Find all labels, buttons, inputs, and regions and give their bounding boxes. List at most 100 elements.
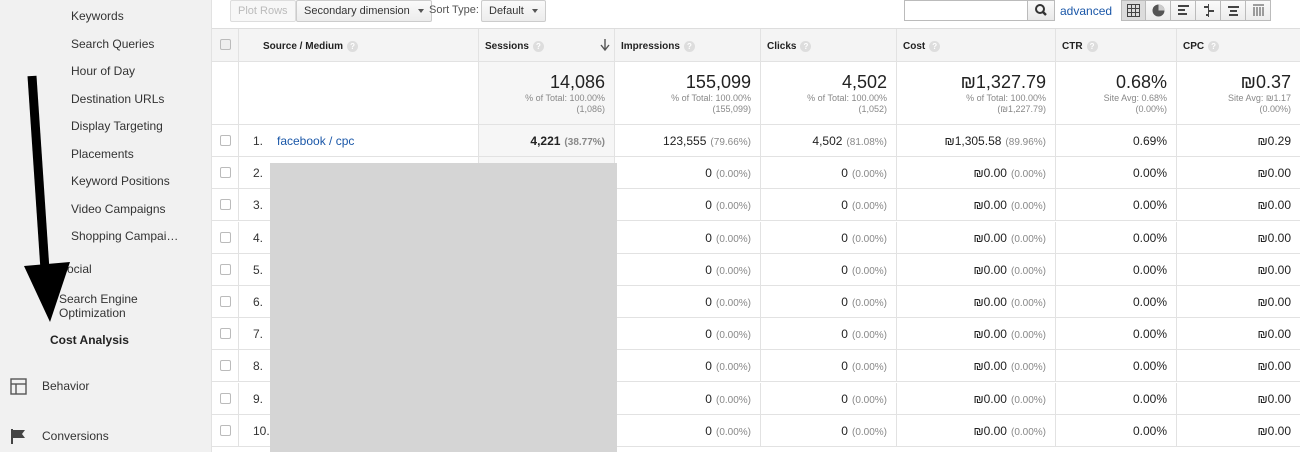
help-icon[interactable]: ?: [1208, 41, 1220, 52]
sidebar-item-search-queries[interactable]: Search Queries: [71, 37, 154, 51]
view-comparison-button[interactable]: [1196, 0, 1221, 21]
sidebar-item-destination-urls[interactable]: Destination URLs: [71, 92, 164, 106]
sort-type-dropdown[interactable]: Default: [481, 0, 546, 22]
row-cost-cell: ₪0.00 (0.00%): [897, 157, 1056, 188]
search-input[interactable]: [904, 0, 1028, 21]
sidebar-item-hour-of-day[interactable]: Hour of Day: [71, 64, 135, 78]
row-cost: ₪0.00 (0.00%): [973, 263, 1046, 277]
advanced-filter-link[interactable]: advanced: [1060, 4, 1112, 18]
row-checkbox[interactable]: [220, 296, 231, 307]
row-checkbox[interactable]: [220, 360, 231, 371]
view-performance-button[interactable]: [1171, 0, 1196, 21]
row-ctr: 0.00%: [1132, 392, 1167, 406]
help-icon[interactable]: ?: [800, 41, 812, 52]
row-cost-pct: (0.00%): [1010, 395, 1046, 406]
row-ctr: 0.00%: [1132, 295, 1167, 309]
row-clicks-pct: (81.08%): [846, 137, 887, 148]
row-cpc: ₪0.00: [1257, 263, 1291, 277]
secondary-dimension-dropdown[interactable]: Secondary dimension: [296, 0, 432, 22]
row-clicks-cell: 0 (0.00%): [761, 350, 897, 381]
sidebar-item-keywords[interactable]: Keywords: [71, 9, 124, 23]
row-index: 7.: [253, 327, 264, 341]
row-checkbox[interactable]: [220, 167, 231, 178]
help-icon[interactable]: ?: [347, 41, 359, 52]
row-impressions: 0 (0.00%): [705, 295, 751, 309]
row-checkbox[interactable]: [220, 328, 231, 339]
header-source-medium-label: Source / Medium: [263, 41, 344, 53]
sidebar-item-social[interactable]: Social: [59, 262, 92, 276]
sidebar-item-seo[interactable]: Search Engine Optimization: [59, 292, 138, 320]
row-clicks-cell: 0 (0.00%): [761, 222, 897, 253]
row-checkbox[interactable]: [220, 393, 231, 404]
row-cost: ₪0.00 (0.00%): [973, 359, 1046, 373]
row-cost: ₪0.00 (0.00%): [973, 424, 1046, 438]
header-sessions[interactable]: Sessions?: [479, 29, 615, 61]
header-ctr[interactable]: CTR?: [1056, 29, 1177, 61]
sort-descending-icon[interactable]: [600, 39, 610, 51]
view-pie-button[interactable]: [1146, 0, 1171, 21]
row-impressions-value: 0: [705, 392, 712, 406]
row-cost-value: ₪1,305.58: [944, 134, 1002, 148]
row-cost-cell: ₪0.00 (0.00%): [897, 350, 1056, 381]
row-checkbox[interactable]: [220, 135, 231, 146]
total-sessions: 14,086 % of Total: 100.00% (1,086): [479, 62, 615, 124]
plot-rows-button[interactable]: Plot Rows: [230, 0, 296, 22]
row-impressions-pct: (0.00%): [715, 266, 751, 277]
sidebar-section-conversions[interactable]: Conversions: [0, 418, 211, 452]
header-source-medium[interactable]: Source / Medium?: [239, 29, 479, 61]
row-cpc-cell: ₪0.00: [1177, 222, 1300, 253]
row-cost-pct: (0.00%): [1010, 362, 1046, 373]
total-impressions-line1: % of Total: 100.00%: [671, 93, 751, 103]
sidebar-item-cost-analysis[interactable]: Cost Analysis: [50, 333, 129, 347]
row-cost-value: ₪0.00: [973, 359, 1007, 373]
total-ctr-line1: Site Avg: 0.68%: [1103, 93, 1167, 103]
row-cost-value: ₪0.00: [973, 392, 1007, 406]
row-cost-pct: (89.96%): [1005, 137, 1046, 148]
row-index: 10.: [253, 424, 270, 438]
header-cpc[interactable]: CPC?: [1177, 29, 1300, 61]
row-index: 2.: [253, 166, 264, 180]
search-button[interactable]: [1027, 0, 1055, 21]
row-checkbox[interactable]: [220, 232, 231, 243]
row-impressions-value: 0: [705, 295, 712, 309]
view-pivot-button[interactable]: [1246, 0, 1271, 21]
row-ctr-cell: 0.00%: [1056, 189, 1177, 220]
help-icon[interactable]: ?: [683, 41, 695, 52]
row-clicks-cell: 0 (0.00%): [761, 286, 897, 317]
row-ctr: 0.00%: [1132, 231, 1167, 245]
select-all-checkbox[interactable]: [220, 39, 231, 50]
row-impressions-value: 0: [705, 231, 712, 245]
header-clicks[interactable]: Clicks?: [761, 29, 897, 61]
help-icon[interactable]: ?: [929, 41, 941, 52]
view-term-cloud-button[interactable]: [1221, 0, 1246, 21]
total-clicks-line2: (1,052): [858, 104, 887, 114]
row-impressions-cell: 0 (0.00%): [615, 415, 761, 446]
header-impressions[interactable]: Impressions?: [615, 29, 761, 61]
view-table-button[interactable]: [1121, 0, 1146, 21]
sidebar-section-behavior[interactable]: Behavior: [0, 368, 211, 404]
row-checkbox[interactable]: [220, 425, 231, 436]
sidebar-item-shopping-campaigns[interactable]: Shopping Campai…: [71, 229, 178, 243]
help-icon[interactable]: ?: [532, 41, 544, 52]
row-clicks: 0 (0.00%): [841, 424, 887, 438]
source-medium-link[interactable]: facebook / cpc: [277, 134, 354, 148]
row-clicks: 0 (0.00%): [841, 392, 887, 406]
row-select-cell: [212, 383, 239, 414]
sidebar-item-keyword-positions[interactable]: Keyword Positions: [71, 174, 170, 188]
header-cost[interactable]: Cost?: [897, 29, 1056, 61]
row-checkbox[interactable]: [220, 199, 231, 210]
row-clicks-cell: 0 (0.00%): [761, 189, 897, 220]
total-clicks-line1: % of Total: 100.00%: [807, 93, 887, 103]
total-cost: ₪1,327.79 % of Total: 100.00% (₪1,227.79): [897, 62, 1056, 124]
row-checkbox[interactable]: [220, 264, 231, 275]
sidebar-item-placements[interactable]: Placements: [71, 147, 134, 161]
row-impressions-pct: (0.00%): [715, 169, 751, 180]
sidebar-item-display-targeting[interactable]: Display Targeting: [71, 119, 163, 133]
sidebar-item-video-campaigns[interactable]: Video Campaigns: [71, 202, 166, 216]
total-sessions-line2: (1,086): [576, 104, 605, 114]
row-impressions-pct: (79.66%): [710, 137, 751, 148]
help-icon[interactable]: ?: [1086, 41, 1098, 52]
secondary-dimension-label: Secondary dimension: [304, 5, 410, 17]
row-select-cell: [212, 125, 239, 156]
row-index: 6.: [253, 295, 264, 309]
